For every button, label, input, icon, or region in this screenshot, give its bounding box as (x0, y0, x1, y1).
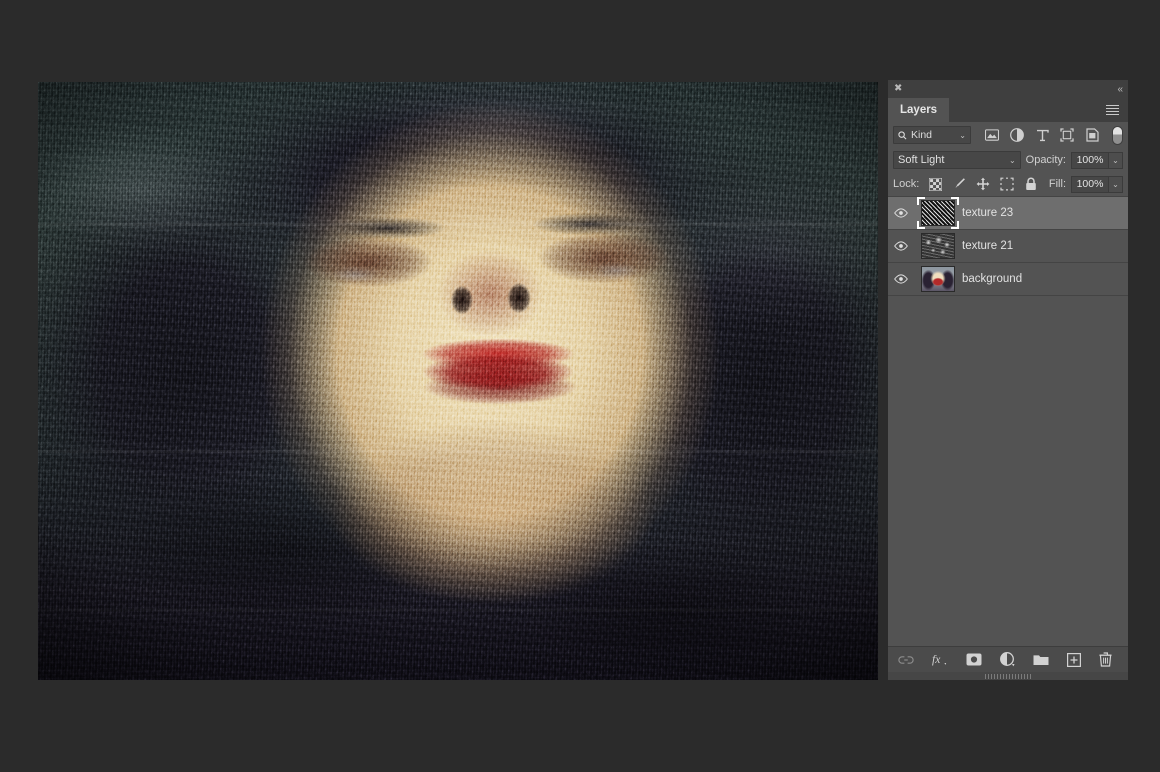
lock-image-pixels-icon[interactable] (952, 177, 966, 191)
chevron-down-glyph: ⌄ (1112, 156, 1119, 165)
lock-row: Lock: (888, 172, 1128, 196)
close-icon[interactable]: ✖ (894, 84, 902, 94)
fill-label: Fill: (1049, 178, 1066, 190)
layer-filter-row: Kind ⌄ (888, 122, 1128, 148)
delete-layer-button[interactable] (1099, 652, 1112, 668)
filter-adjustment-layers-icon[interactable] (1009, 127, 1025, 143)
eye-icon (894, 208, 908, 218)
layer-list[interactable]: texture 23 texture 21 background (888, 197, 1128, 646)
chevron-down-icon: ⌄ (1009, 156, 1016, 165)
search-icon (898, 131, 907, 140)
panel-tab-bar: Layers (888, 98, 1128, 122)
panel-title-bar: ✖ « (888, 80, 1128, 98)
new-layer-button[interactable] (1067, 652, 1081, 668)
layer-row[interactable]: background (888, 263, 1128, 296)
blend-mode-value: Soft Light (898, 154, 1009, 166)
panel-menu-icon[interactable] (1097, 98, 1128, 122)
grip-lines-icon (985, 674, 1031, 679)
filter-type-layers-icon[interactable] (1034, 127, 1050, 143)
layer-styles-button[interactable]: fx (932, 652, 948, 668)
layer-row[interactable]: texture 21 (888, 230, 1128, 263)
layer-visibility-toggle[interactable] (888, 274, 914, 284)
add-layer-mask-button[interactable] (966, 652, 982, 668)
fill-input[interactable]: 100% (1071, 176, 1109, 193)
document-canvas[interactable] (38, 82, 878, 680)
svg-text:fx: fx (932, 654, 941, 666)
layer-thumbnail (921, 200, 955, 226)
filter-shape-layers-icon[interactable] (1059, 127, 1075, 143)
lock-all-icon[interactable] (1024, 177, 1038, 191)
canvas-vignette (38, 82, 878, 680)
lock-position-icon[interactable] (976, 177, 990, 191)
eye-icon (894, 274, 908, 284)
filter-enable-toggle[interactable] (1112, 126, 1123, 145)
layer-name[interactable]: texture 21 (962, 240, 1013, 252)
layer-visibility-toggle[interactable] (888, 241, 914, 251)
eye-icon (894, 241, 908, 251)
layer-thumbnail-cell[interactable] (914, 233, 962, 259)
filter-smart-object-layers-icon[interactable] (1084, 127, 1100, 143)
app-root: ✖ « Layers Kind ⌄ (0, 0, 1160, 772)
layer-thumbnail (921, 266, 955, 292)
opacity-label: Opacity: (1026, 154, 1066, 166)
layer-visibility-toggle[interactable] (888, 208, 914, 218)
filter-kind-label: Kind (911, 129, 955, 141)
layer-name[interactable]: texture 23 (962, 207, 1013, 219)
panel-options: Kind ⌄ (888, 122, 1128, 197)
lock-transparent-pixels-icon[interactable] (928, 177, 942, 191)
chevron-down-glyph: ⌄ (1112, 180, 1119, 189)
new-group-button[interactable] (1033, 652, 1049, 668)
fill-chevron-down-icon[interactable]: ⌄ (1109, 176, 1123, 193)
layer-row[interactable]: texture 23 (888, 197, 1128, 230)
filter-kind-select[interactable]: Kind ⌄ (893, 126, 971, 144)
new-adjustment-layer-button[interactable] (1000, 652, 1015, 668)
opacity-control: 100% ⌄ (1071, 152, 1123, 169)
panel-resize-grip[interactable] (888, 672, 1128, 680)
layer-name[interactable]: background (962, 273, 1022, 285)
filter-type-icons (984, 126, 1123, 145)
fill-control: 100% ⌄ (1071, 176, 1123, 193)
layers-panel: ✖ « Layers Kind ⌄ (888, 80, 1128, 680)
layer-thumbnail-cell[interactable] (914, 266, 962, 292)
tab-layers[interactable]: Layers (888, 98, 949, 122)
opacity-input[interactable]: 100% (1071, 152, 1109, 169)
lock-icons (928, 177, 1038, 191)
layer-thumbnail (921, 233, 955, 259)
collapse-panel-icon[interactable]: « (1117, 84, 1122, 95)
chevron-down-icon: ⌄ (959, 131, 966, 140)
layers-panel-toolbar: fx (888, 646, 1128, 672)
filter-pixel-layers-icon[interactable] (984, 127, 1000, 143)
blend-mode-row: Soft Light ⌄ Opacity: 100% ⌄ (888, 148, 1128, 172)
opacity-chevron-down-icon[interactable]: ⌄ (1109, 152, 1123, 169)
link-layers-button[interactable] (898, 652, 914, 668)
lock-artboard-nesting-icon[interactable] (1000, 177, 1014, 191)
lock-label: Lock: (893, 178, 919, 190)
layer-thumbnail-cell[interactable] (914, 200, 962, 226)
blend-mode-select[interactable]: Soft Light ⌄ (893, 151, 1021, 169)
